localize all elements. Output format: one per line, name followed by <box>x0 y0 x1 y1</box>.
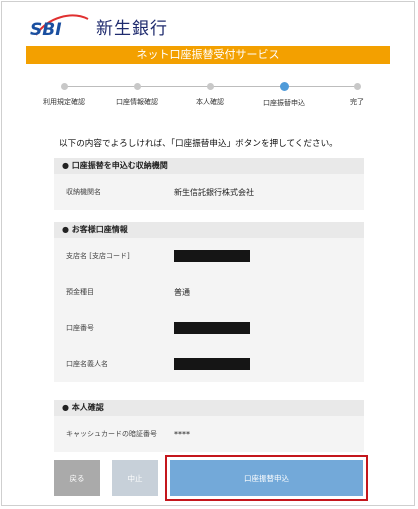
deposit-type-row: 預金種目 普通 <box>54 274 364 310</box>
step-dot-active <box>279 82 289 91</box>
bank-name: 新生銀行 <box>96 18 168 39</box>
step-terms: 利用規定確認 <box>24 80 104 107</box>
back-button[interactable]: 戻る <box>54 460 100 496</box>
section-heading: ● 本人確認 <box>54 400 364 416</box>
section-heading: ● 口座振替を申込む収納機関 <box>54 158 364 174</box>
step-label: 完了 <box>350 98 364 106</box>
step-label: 口座情報確認 <box>116 98 158 106</box>
customer-account-section: ● お客様口座情報 支店名 [支店コード] 預金種目 普通 口座番号 口座名義人… <box>54 222 364 382</box>
step-apply: 口座振替申込 <box>244 80 324 108</box>
svg-text:SBI: SBI <box>30 20 62 39</box>
row-label: 口座名義人名 <box>66 360 108 368</box>
step-complete: 完了 <box>317 80 397 107</box>
row-label: キャッシュカードの暗証番号 <box>66 430 157 438</box>
pin-row: キャッシュカードの暗証番号 **** <box>54 416 364 452</box>
identity-section: ● 本人確認 キャッシュカードの暗証番号 **** <box>54 400 364 452</box>
row-label: 口座番号 <box>66 324 94 332</box>
instruction-text: 以下の内容でよろしければ、「口座振替申込」ボタンを押してください。 <box>59 139 338 149</box>
apply-button-highlight <box>165 455 368 501</box>
row-label: 預金種目 <box>66 288 94 296</box>
step-dot <box>353 83 361 90</box>
biller-name-row: 収納機関名 新生信託銀行株式会社 <box>54 174 364 210</box>
step-account-info: 口座情報確認 <box>97 80 177 107</box>
progress-steps: 利用規定確認 口座情報確認 本人確認 口座振替申込 完了 <box>0 80 418 114</box>
row-label: 収納機関名 <box>66 188 101 196</box>
step-label: 口座振替申込 <box>263 99 305 107</box>
step-dot <box>60 83 68 90</box>
branch-row: 支店名 [支店コード] <box>54 238 364 274</box>
section-heading: ● お客様口座情報 <box>54 222 364 238</box>
step-dot <box>206 83 214 90</box>
row-value: 新生信託銀行株式会社 <box>174 187 254 197</box>
row-value: 普通 <box>174 287 190 297</box>
cancel-button[interactable]: 中止 <box>112 460 158 496</box>
step-label: 本人確認 <box>196 98 224 106</box>
bank-logo: SBI 新生銀行 <box>28 13 168 39</box>
redacted-value <box>174 358 250 370</box>
step-identity: 本人確認 <box>170 80 250 107</box>
account-number-row: 口座番号 <box>54 310 364 346</box>
account-holder-row: 口座名義人名 <box>54 346 364 382</box>
biller-section: ● 口座振替を申込む収納機関 収納機関名 新生信託銀行株式会社 <box>54 158 364 210</box>
redacted-value <box>174 250 250 262</box>
service-banner: ネット口座振替受付サービス <box>26 46 390 64</box>
redacted-value <box>174 322 250 334</box>
sbi-logo-mark: SBI <box>30 14 89 39</box>
step-label: 利用規定確認 <box>43 98 85 106</box>
step-dot <box>133 83 141 90</box>
masked-pin-value: **** <box>174 429 190 439</box>
row-label: 支店名 [支店コード] <box>66 252 130 260</box>
